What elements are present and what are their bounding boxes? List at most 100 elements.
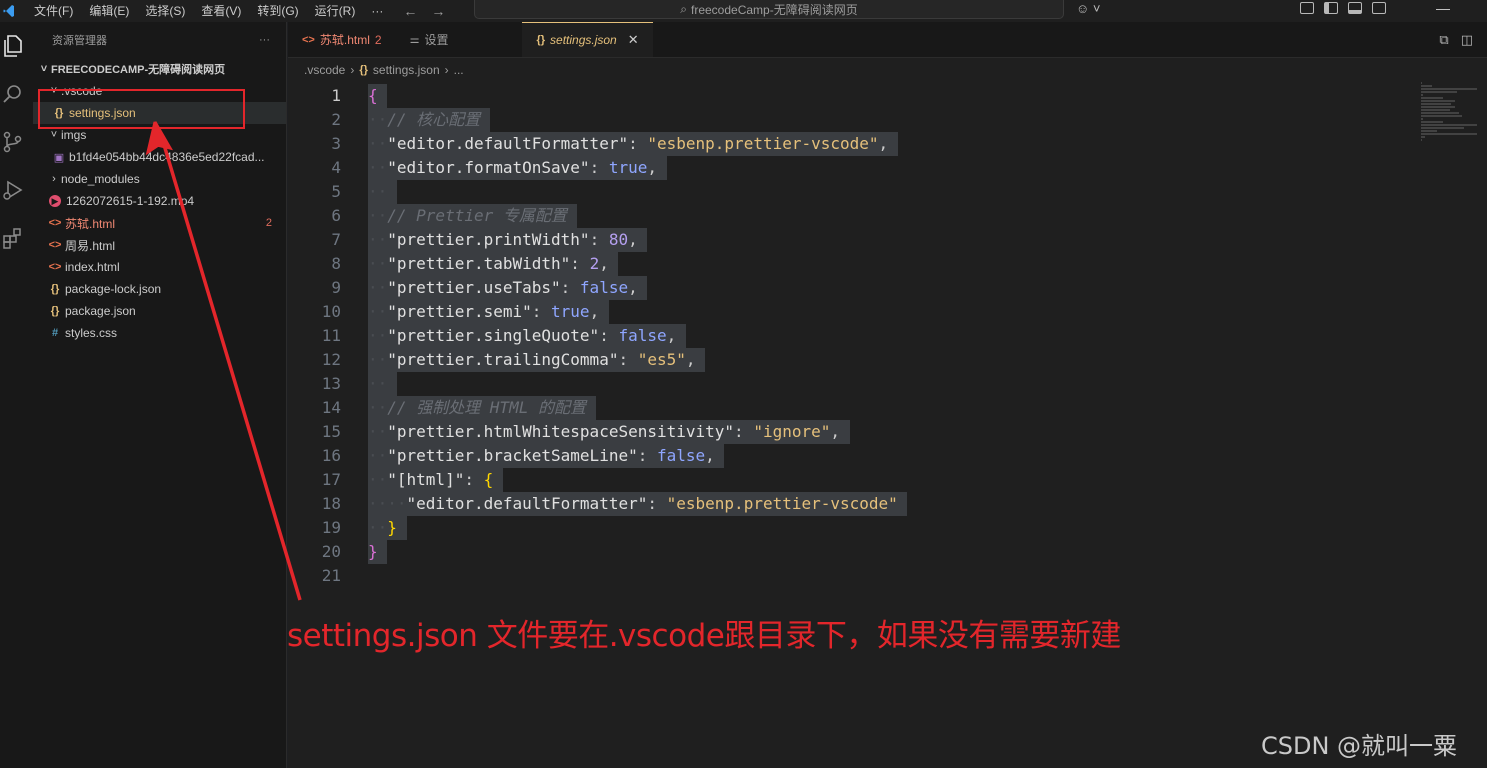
code-line: 11 ··"prettier.singleQuote": false, [288,324,1388,348]
code-token: : [618,350,638,369]
line-number: 16 [321,446,341,465]
line-content: ··"prettier.htmlWhitespaceSensitivity": … [368,420,850,444]
whitespace-marker: ·· [368,278,388,297]
code-token: , [705,446,715,465]
whitespace-marker: ·· [368,446,388,465]
menu-item[interactable]: 文件(F) [26,0,81,22]
menu-item[interactable]: 运行(R) [307,0,364,22]
code-token: : [570,254,590,273]
code-token: : [599,326,619,345]
tree-item[interactable]: ▶ 1262072615-1-192.mp4 [33,190,286,212]
editor-actions: ⧉ ◫ [1439,32,1473,48]
line-content: ··// 核心配置 [368,108,490,132]
source-control-icon[interactable] [0,118,33,166]
code-line: 1{ [288,84,1388,108]
menu-item[interactable]: 转到(G) [249,0,306,22]
tree-item[interactable]: › node_modules [33,168,286,190]
code-token: , [628,278,638,297]
menu-item[interactable]: ··· [363,0,391,22]
tree-item[interactable]: {} package.json [33,300,286,322]
copilot-icon[interactable]: ☺ ˅ [1076,1,1100,16]
breadcrumb-item[interactable]: ... [454,63,464,77]
code-token: { [483,470,494,489]
tree-item[interactable]: <> 周易.html [33,234,286,256]
line-content: ··"prettier.bracketSameLine": false, [368,444,725,468]
line-content: ··"prettier.useTabs": false, [368,276,648,300]
title-bar: 文件(F) 编辑(E) 选择(S) 查看(V) 转到(G) 运行(R) ··· ← → ⌕ … [0,0,1487,22]
forward-arrow-icon[interactable]: → [431,3,445,19]
line-content: } [368,540,388,564]
whitespace-marker: ·· [368,158,388,177]
code-token: false [618,326,667,345]
code-line: 6 ··// Prettier 专属配置 [288,204,1388,228]
code-token: 2 [589,254,600,273]
breadcrumb-separator-icon: › [444,63,449,77]
whitespace-marker: ·· [368,110,388,129]
explorer-icon[interactable] [0,22,33,70]
code-line: 12 ··"prettier.trailingComma": "es5", [288,348,1388,372]
tab-label: 苏轼.html [319,33,370,47]
code-line: 20} [288,540,1388,564]
tree-item[interactable]: ▣ b1fd4e054bb44dc4836e5ed22fcad... [33,146,286,168]
code-line: 21 [288,564,1388,588]
breadcrumb: .vscode › {} settings.json ›... [288,58,1487,82]
line-number: 17 [321,470,341,489]
whitespace-marker: ·· [368,518,388,537]
line-number: 8 [331,254,341,273]
layout-icon[interactable] [1300,2,1314,14]
code-line: 18 ····"editor.defaultFormatter": "esbenp… [288,492,1388,516]
search-icon[interactable] [0,70,33,118]
settings-icon: ⚌ [409,34,420,46]
line-content: ··"prettier.trailingComma": "es5", [368,348,706,372]
tab-settings-json[interactable]: {} settings.json ✕ [522,22,653,57]
code-token: "esbenp.prettier-vscode" [647,134,879,153]
whitespace-marker: ·· [368,230,388,249]
line-content: ····"editor.defaultFormatter": "esbenp.p… [368,492,908,516]
extensions-icon[interactable] [0,214,33,262]
menu-item[interactable]: 编辑(E) [81,0,137,22]
json-file-icon: {} [50,283,60,295]
command-center-search[interactable]: ⌕ freecodeCamp-无障碍阅读网页 [474,0,1064,19]
line-content: ··"prettier.semi": true, [368,300,609,324]
more-actions-icon[interactable]: ··· [259,34,270,46]
menu-item[interactable]: 选择(S) [137,0,193,22]
whitespace-marker: ·· [368,302,388,321]
tree-item[interactable]: <> 苏轼.html 2 [33,212,286,234]
line-number: 14 [321,398,341,417]
toggle-secondary-sidebar-icon[interactable] [1372,2,1386,14]
code-token: : [531,302,552,321]
tree-item[interactable]: {} package-lock.json [33,278,286,300]
breadcrumb-item[interactable]: .vscode [304,63,345,77]
code-token: // 核心配置 [387,110,481,129]
run-debug-icon[interactable] [0,166,33,214]
toggle-panel-icon[interactable] [1348,2,1362,14]
tree-item-label: package.json [65,304,136,318]
menu-item[interactable]: 查看(V) [193,0,249,22]
whitespace-marker: ·· [368,254,388,273]
split-editor-icon[interactable]: ◫ [1461,32,1473,48]
minimize-button[interactable]: — [1436,0,1450,16]
whitespace-marker: ·· [368,470,388,489]
tab-sushi-html[interactable]: <> 苏轼.html 2 [288,22,396,57]
toggle-primary-sidebar-icon[interactable] [1324,2,1338,14]
code-token: "es5" [637,350,686,369]
code-line: 14 ··// 强制处理 HTML 的配置 [288,396,1388,420]
close-icon[interactable]: ✕ [628,32,639,48]
html-file-icon: <> [302,33,315,46]
back-arrow-icon[interactable]: ← [403,3,417,19]
workspace-folder[interactable]: ˅ FREECODECAMP-无障碍阅读网页 [33,58,286,80]
line-number: 20 [321,542,341,561]
line-content: ··// Prettier 专属配置 [368,204,577,228]
breadcrumb-item[interactable]: settings.json [373,63,440,77]
open-preview-icon[interactable]: ⧉ [1439,32,1448,48]
html-file-icon: <> [48,261,62,273]
code-editor[interactable]: 1{ 2 ··// 核心配置 3 ··"editor.defaultFormatte… [288,84,1487,768]
tab-settings[interactable]: ⚌ 设置 [396,22,463,57]
tab-label: settings.json [550,33,617,47]
tab-label: 设置 [424,33,449,47]
tree-item[interactable]: <> index.html [33,256,286,278]
tree-item[interactable]: # styles.css [33,322,286,344]
image-file-icon: ▣ [53,151,65,164]
tree-item-label: b1fd4e054bb44dc4836e5ed22fcad... [69,150,265,164]
code-token: "prettier.useTabs" [387,278,561,297]
